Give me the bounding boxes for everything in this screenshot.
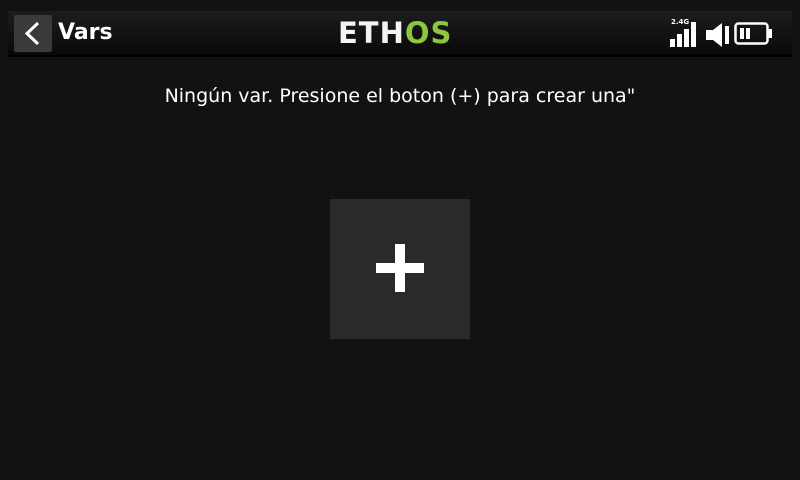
top-bar: Vars ETHOS 2.4G bbox=[8, 11, 792, 57]
chevron-left-icon bbox=[24, 21, 40, 46]
logo-part-b: OS bbox=[404, 16, 453, 50]
page-title: Vars bbox=[58, 20, 113, 45]
add-var-button[interactable] bbox=[330, 199, 470, 339]
empty-state-message: Ningún var. Presione el boton (+) para c… bbox=[164, 85, 636, 107]
plus-icon bbox=[376, 244, 424, 292]
logo-part-a: ETH bbox=[338, 16, 405, 50]
status-area: 2.4G bbox=[662, 11, 792, 55]
signal-bars-icon bbox=[670, 22, 696, 47]
screen: Vars ETHOS 2.4G Ningún var. Presione el … bbox=[0, 0, 800, 480]
battery-icon bbox=[734, 22, 772, 45]
back-button[interactable] bbox=[14, 15, 52, 52]
speaker-icon bbox=[706, 23, 729, 47]
ethos-logo: ETHOS bbox=[338, 15, 452, 51]
